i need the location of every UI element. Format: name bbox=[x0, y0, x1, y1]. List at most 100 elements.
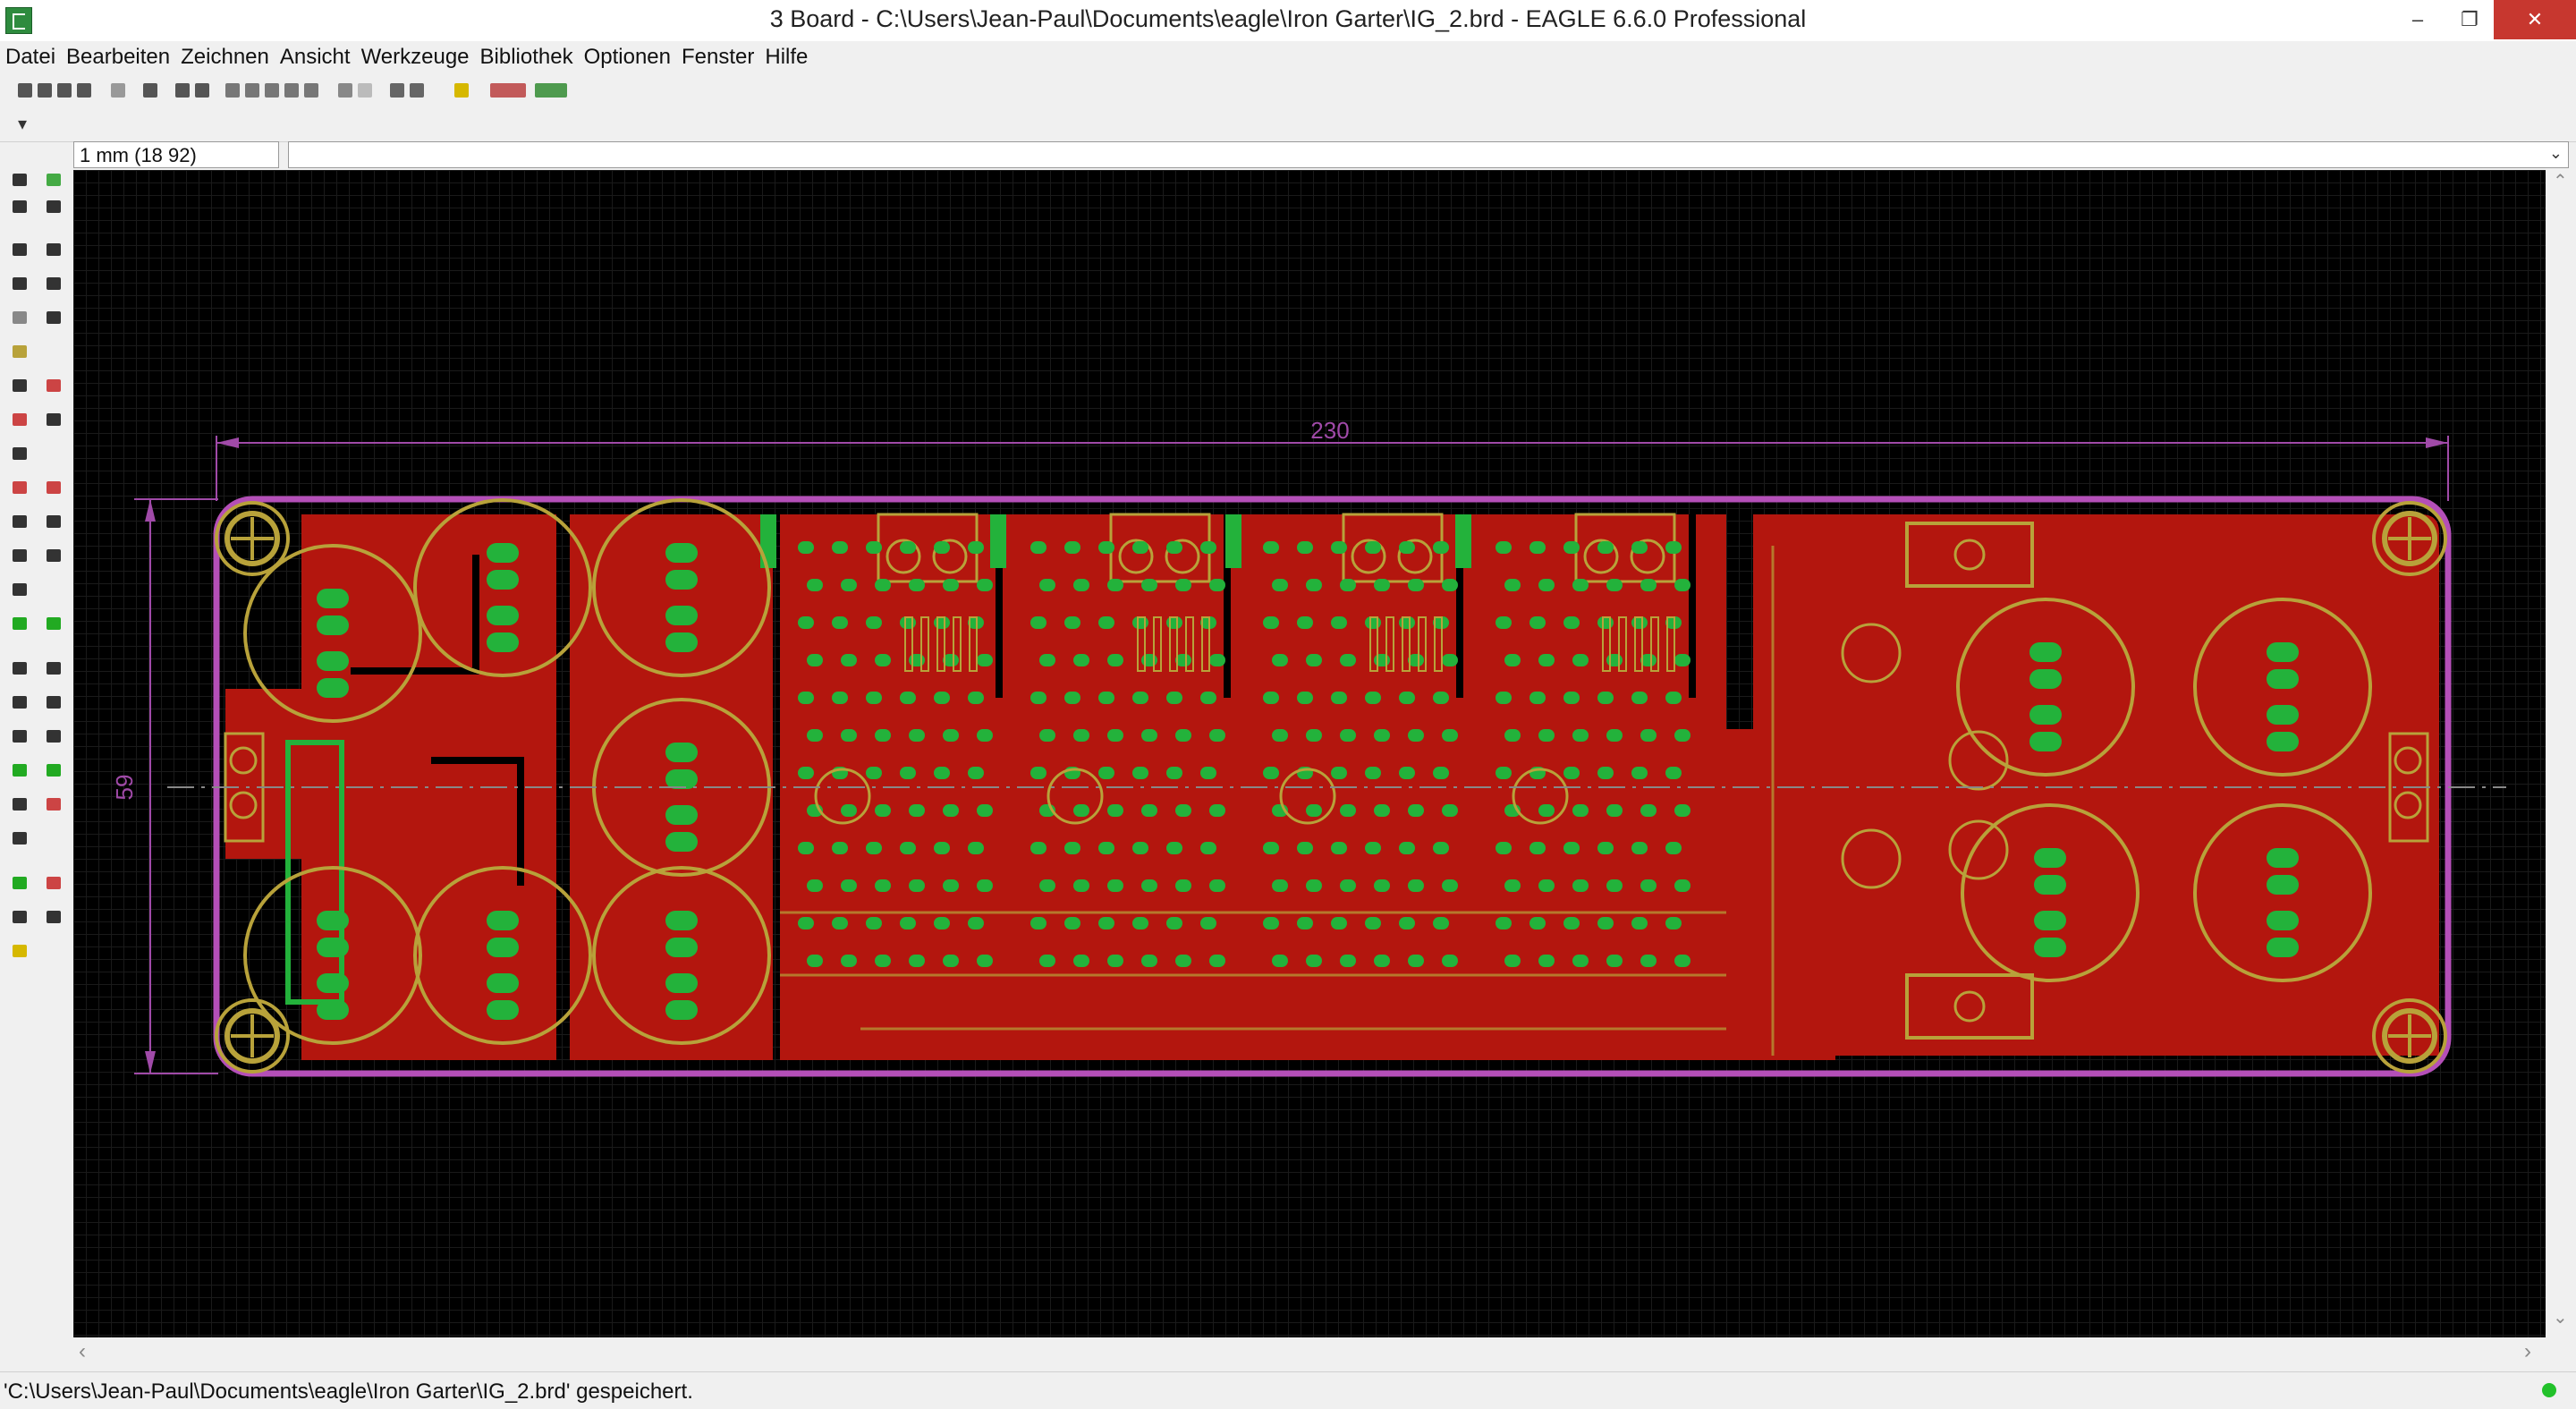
rotate-icon[interactable] bbox=[47, 277, 61, 290]
channel-pad bbox=[1399, 767, 1415, 779]
channel-pad bbox=[1331, 616, 1347, 629]
name-icon[interactable] bbox=[13, 413, 27, 426]
layer-settings-icon[interactable] bbox=[195, 83, 209, 98]
menu-bearbeiten[interactable]: Bearbeiten bbox=[61, 41, 175, 73]
ulp-icon[interactable] bbox=[143, 83, 157, 98]
board-canvas[interactable]: 230 59 bbox=[73, 170, 2546, 1337]
zoom-in-icon[interactable] bbox=[245, 83, 259, 98]
mirror-icon[interactable] bbox=[13, 277, 27, 290]
value-icon[interactable] bbox=[47, 413, 61, 426]
channel-pad bbox=[1107, 955, 1123, 967]
errors-icon[interactable] bbox=[13, 911, 27, 923]
zoom-fit-icon[interactable] bbox=[225, 83, 240, 98]
change-icon[interactable] bbox=[47, 311, 61, 324]
menu-werkzeuge[interactable]: Werkzeuge bbox=[356, 41, 475, 73]
menu-bibliothek[interactable]: Bibliothek bbox=[475, 41, 579, 73]
help-icon[interactable] bbox=[454, 83, 469, 98]
group-icon[interactable] bbox=[13, 311, 27, 324]
follow-me-icon[interactable] bbox=[47, 911, 61, 923]
polygon-icon[interactable] bbox=[47, 730, 61, 743]
copy-icon[interactable] bbox=[47, 243, 61, 256]
arc-icon[interactable] bbox=[47, 696, 61, 709]
redraw-icon[interactable] bbox=[284, 83, 299, 98]
display-icon[interactable] bbox=[13, 200, 27, 213]
delete-icon[interactable] bbox=[13, 379, 27, 392]
drc-icon[interactable] bbox=[47, 877, 61, 889]
restore-button[interactable]: ❐ bbox=[2444, 0, 2496, 39]
command-history-dropdown-icon[interactable]: ⌄ bbox=[2549, 144, 2563, 163]
via-icon[interactable] bbox=[13, 764, 27, 777]
channel-pad bbox=[798, 692, 814, 704]
capacitor-pad bbox=[487, 570, 519, 590]
stop-icon[interactable] bbox=[390, 83, 404, 98]
cam-icon[interactable] bbox=[77, 83, 91, 98]
undo-icon[interactable] bbox=[338, 83, 352, 98]
show-icon[interactable] bbox=[47, 174, 61, 186]
redo-icon[interactable] bbox=[358, 83, 372, 98]
menu-hilfe[interactable]: Hilfe bbox=[759, 41, 813, 73]
paste-icon[interactable] bbox=[13, 345, 27, 358]
channel-pad bbox=[1030, 541, 1046, 554]
ripup-icon[interactable] bbox=[47, 549, 61, 562]
channel-pad bbox=[1132, 917, 1148, 929]
channel-pad bbox=[1442, 579, 1458, 591]
channel-pad bbox=[866, 541, 882, 554]
capacitor-pad bbox=[2267, 642, 2299, 662]
route-manual-icon[interactable] bbox=[47, 764, 61, 777]
scroll-up-icon[interactable]: ⌃ bbox=[2553, 170, 2568, 192]
lock-icon[interactable] bbox=[13, 447, 27, 460]
go-icon[interactable] bbox=[410, 83, 424, 98]
close-button[interactable]: ✕ bbox=[2494, 0, 2576, 39]
design-link-icon[interactable] bbox=[490, 83, 526, 98]
move-icon[interactable] bbox=[13, 243, 27, 256]
menu-zeichnen[interactable]: Zeichnen bbox=[175, 41, 275, 73]
scroll-right-icon[interactable]: › bbox=[2524, 1339, 2531, 1364]
autorouter-icon[interactable] bbox=[13, 877, 27, 889]
optimize-icon[interactable] bbox=[13, 515, 27, 528]
miter-icon[interactable] bbox=[47, 515, 61, 528]
dimension-icon[interactable] bbox=[13, 832, 27, 845]
ratsnest-icon[interactable] bbox=[47, 617, 61, 630]
wire-icon[interactable] bbox=[13, 662, 27, 675]
channel-pad bbox=[866, 616, 882, 629]
route-icon[interactable] bbox=[13, 549, 27, 562]
toolbar-more-icon[interactable]: ▾ bbox=[18, 113, 27, 135]
hole-icon[interactable] bbox=[13, 798, 27, 811]
info-icon[interactable] bbox=[13, 174, 27, 186]
vertical-scrollbar[interactable]: ⌃ ⌄ bbox=[2546, 170, 2576, 1337]
channel-pad bbox=[1572, 804, 1589, 817]
wire-bend-icon[interactable] bbox=[13, 583, 27, 596]
command-line-input[interactable]: ⌄ bbox=[288, 141, 2569, 168]
circle-icon[interactable] bbox=[13, 696, 27, 709]
channel-pad bbox=[1504, 579, 1521, 591]
channel-pad bbox=[1665, 692, 1682, 704]
channel-pad bbox=[866, 692, 882, 704]
open-icon[interactable] bbox=[18, 83, 32, 98]
menu-ansicht[interactable]: Ansicht bbox=[275, 41, 356, 73]
rect-icon[interactable] bbox=[13, 730, 27, 743]
menu-optionen[interactable]: Optionen bbox=[579, 41, 676, 73]
save-icon[interactable] bbox=[38, 83, 52, 98]
pcb-quote-icon[interactable] bbox=[535, 83, 567, 98]
print-icon[interactable] bbox=[57, 83, 72, 98]
attribute-icon[interactable] bbox=[47, 798, 61, 811]
smash-icon[interactable] bbox=[13, 481, 27, 494]
channel-pad bbox=[1374, 579, 1390, 591]
menu-fenster[interactable]: Fenster bbox=[676, 41, 759, 73]
scroll-down-icon[interactable]: ⌄ bbox=[2553, 1306, 2568, 1328]
horizontal-scrollbar[interactable]: ‹ › bbox=[73, 1337, 2546, 1368]
signal-icon[interactable] bbox=[13, 617, 27, 630]
layer-display-icon[interactable] bbox=[175, 83, 190, 98]
minimize-button[interactable]: – bbox=[2392, 0, 2444, 39]
script-icon[interactable] bbox=[111, 83, 125, 98]
zoom-select-icon[interactable] bbox=[304, 83, 318, 98]
add-icon[interactable] bbox=[47, 379, 61, 392]
scroll-left-icon[interactable]: ‹ bbox=[79, 1339, 86, 1364]
channel-pad bbox=[798, 917, 814, 929]
warning-icon[interactable] bbox=[13, 945, 27, 957]
mark-icon[interactable] bbox=[47, 200, 61, 213]
split-icon[interactable] bbox=[47, 481, 61, 494]
menu-datei[interactable]: Datei bbox=[0, 41, 61, 73]
text-icon[interactable] bbox=[47, 662, 61, 675]
zoom-out-icon[interactable] bbox=[265, 83, 279, 98]
